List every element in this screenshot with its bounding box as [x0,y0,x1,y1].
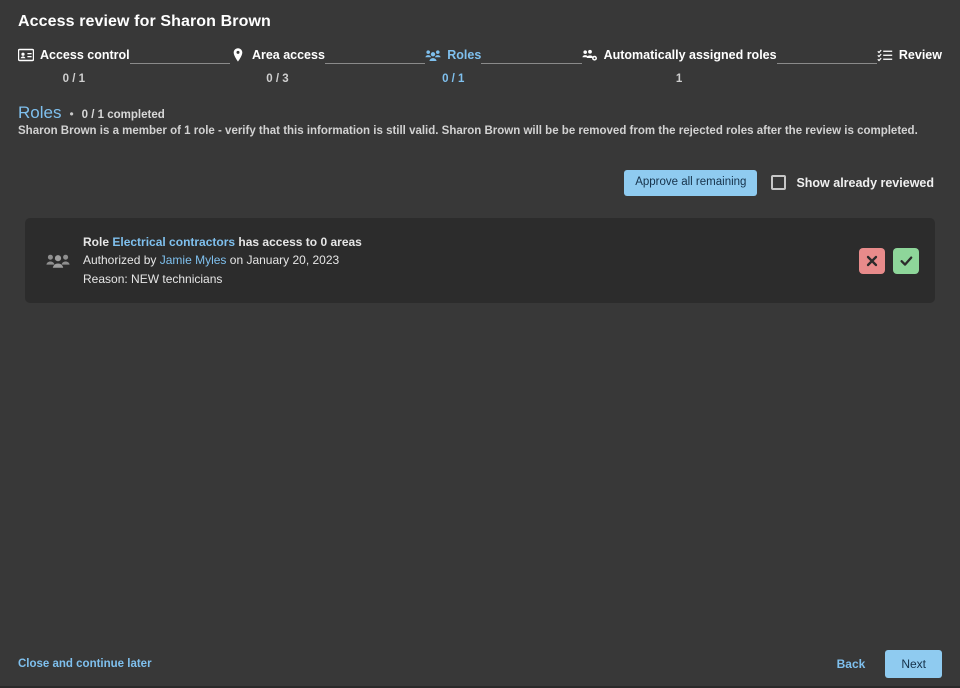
stepper-count: 0 / 1 [442,73,464,85]
stepper-count: 0 / 3 [266,73,288,85]
stepper-step-automatically-assigned-roles[interactable]: Automatically assigned roles 1 [582,44,777,85]
approve-role-button[interactable] [893,248,919,274]
access-review-page: Access review for Sharon Brown Access co… [0,0,960,688]
authorized-date: on January 20, 2023 [230,253,339,267]
stepper-label: Area access [252,48,325,62]
location-pin-icon [230,47,246,63]
role-prefix: Role [83,235,109,249]
group-people-gear-icon [582,47,598,63]
back-button[interactable]: Back [833,651,870,677]
stepper-label: Review [899,48,942,62]
authorizer-name-link[interactable]: Jamie Myles [160,253,227,267]
stepper-step-access-control[interactable]: Access control 0 / 1 [18,44,130,85]
show-already-reviewed-label: Show already reviewed [796,176,934,190]
show-already-reviewed-checkbox[interactable] [771,175,786,190]
check-icon [899,254,914,268]
section-description: Sharon Brown is a member of 1 role - ver… [18,125,918,137]
reason-line: Reason: NEW technicians [83,270,859,289]
authorized-by-line: Authorized by Jamie Myles on January 20,… [83,251,859,270]
stepper-step-review[interactable]: Review [877,44,942,73]
next-button[interactable]: Next [885,650,942,678]
show-already-reviewed-toggle[interactable]: Show already reviewed [771,175,934,190]
page-title: Access review for Sharon Brown [18,13,271,31]
close-and-continue-later-link[interactable]: Close and continue later [18,658,152,670]
footer-navigation: Back Next [833,650,942,678]
role-name-link[interactable]: Electrical contractors [112,235,235,249]
role-review-card: Role Electrical contractors has access t… [25,218,935,303]
section-heading: Roles • 0 / 1 completed [18,103,165,123]
section-title: Roles [18,103,61,123]
stepper-count: 1 [676,73,682,85]
stepper-count: 0 / 1 [63,73,85,85]
stepper-step-area-access[interactable]: Area access 0 / 3 [230,44,325,85]
approve-all-remaining-button[interactable]: Approve all remaining [624,170,757,196]
section-completed-count: 0 / 1 completed [82,109,165,121]
stepper-step-roles[interactable]: Roles 0 / 1 [425,44,481,85]
group-people-icon [425,47,441,63]
stepper-connector [325,44,425,66]
review-stepper: Access control 0 / 1 Area access 0 / 3 [18,44,942,85]
section-separator-dot: • [69,107,73,121]
reject-role-button[interactable] [859,248,885,274]
stepper-label: Roles [447,48,481,62]
role-review-card-body: Role Electrical contractors has access t… [73,233,859,289]
review-toolbar: Approve all remaining Show already revie… [624,170,934,196]
close-icon [865,254,879,268]
checklist-icon [877,47,893,63]
group-people-icon [43,252,73,270]
stepper-connector [130,44,230,66]
role-suffix: has access to 0 areas [238,235,361,249]
role-access-line: Role Electrical contractors has access t… [83,233,859,252]
stepper-connector [777,44,877,66]
id-card-icon [18,47,34,63]
page-footer: Close and continue later Back Next [0,640,960,688]
stepper-connector [481,44,581,66]
authorized-prefix: Authorized by [83,253,156,267]
stepper-label: Automatically assigned roles [604,48,777,62]
role-review-card-actions [859,248,919,274]
stepper-label: Access control [40,48,130,62]
